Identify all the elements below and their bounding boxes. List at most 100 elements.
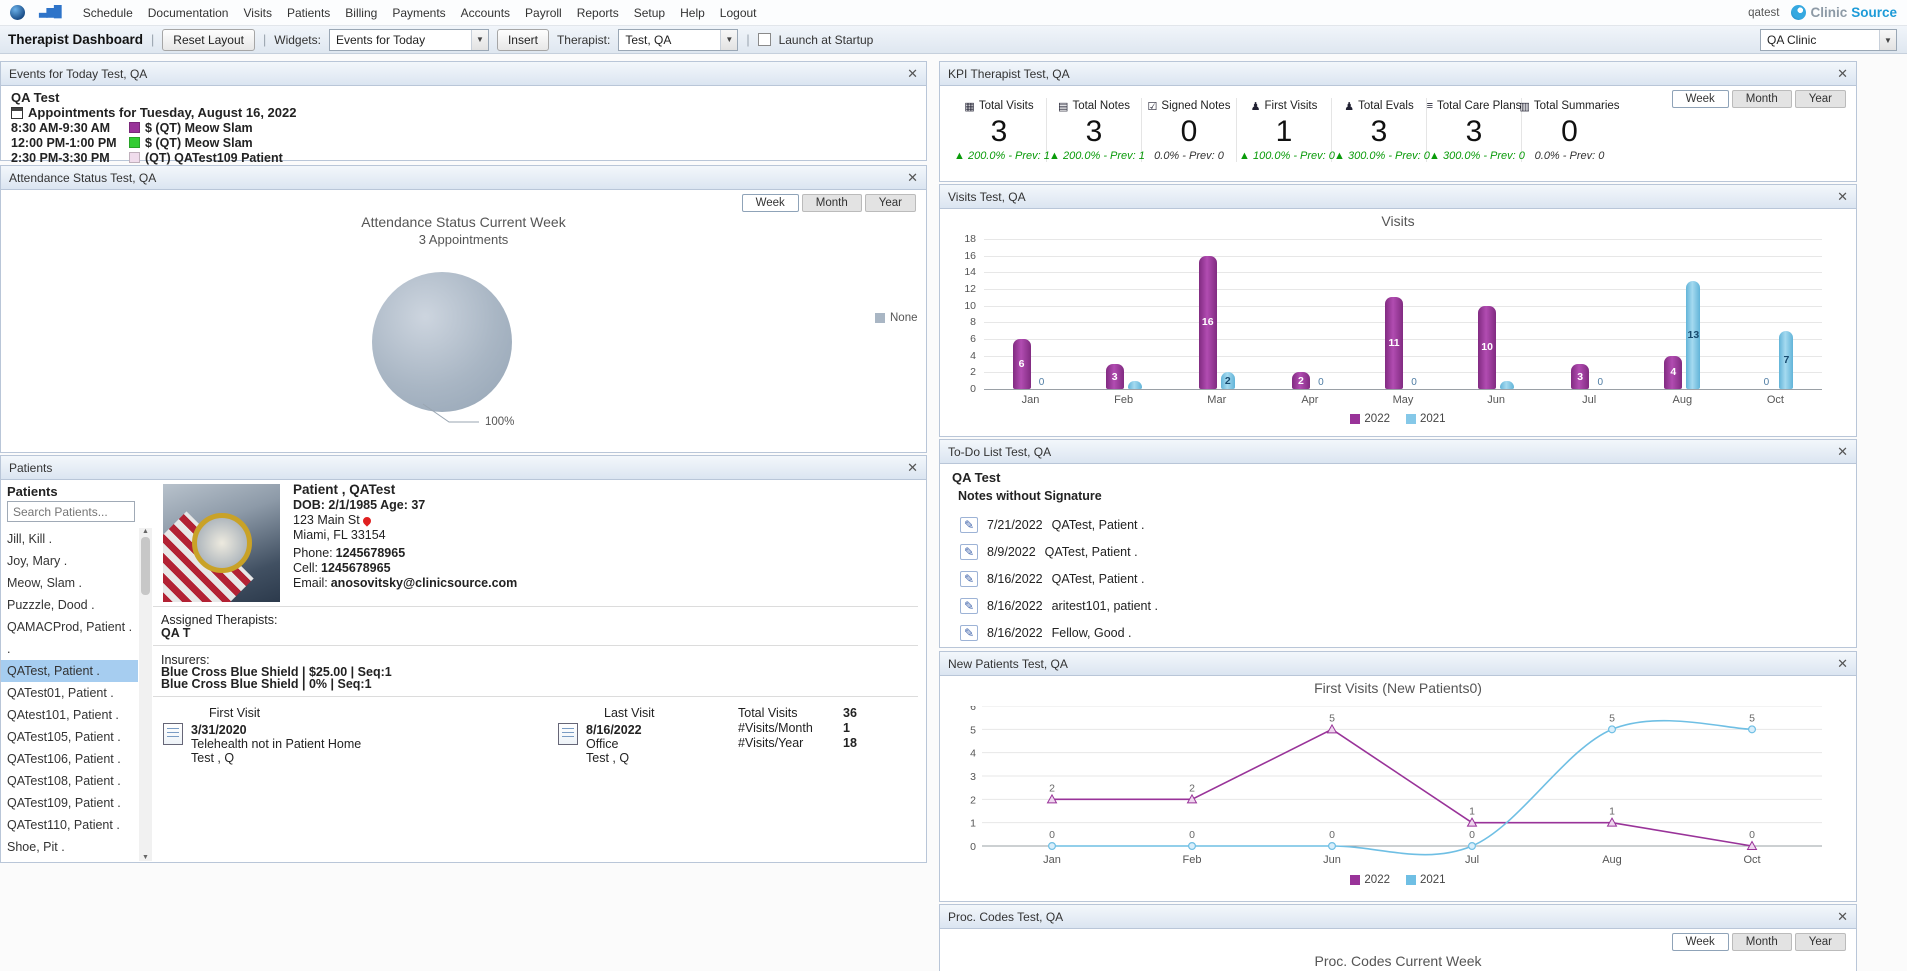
bar-chart-plot: 60316220110103041307 [984,239,1822,389]
edit-note-icon[interactable]: ✎ [960,517,978,533]
app-logo-icon[interactable] [10,5,25,20]
svg-text:0: 0 [1189,829,1195,841]
location-pin-icon[interactable] [361,515,372,526]
series-line-2021 [1052,721,1752,855]
panel-title: To-Do List Test, QA [948,445,1051,459]
visit-note-icon [558,723,578,745]
patient-list-item[interactable]: QAMACProd, Patient . [1,616,138,638]
close-icon[interactable]: ✕ [907,171,918,184]
nav-item-payroll[interactable]: Payroll [525,6,562,20]
panel-title: Events for Today Test, QA [9,67,147,81]
kpi-tab-year[interactable]: Year [1795,90,1846,108]
chevron-down-icon[interactable]: ▼ [1879,30,1896,50]
attendance-tab-year[interactable]: Year [865,194,916,212]
close-icon[interactable]: ✕ [1837,445,1848,458]
scrollbar-thumb[interactable] [141,537,150,595]
patient-list-item[interactable]: QAtest101, Patient . [1,704,138,726]
todo-patient: Fellow, Good . [1052,626,1132,640]
attendance-status-panel: Attendance Status Test, QA ✕ WeekMonthYe… [0,165,927,453]
launch-at-startup-checkbox[interactable] [758,33,771,46]
patient-list-item[interactable]: Stroop, Pal [1,858,138,862]
kpi-tab-week[interactable]: Week [1672,90,1729,108]
patient-list-item[interactable]: QATest01, Patient . [1,682,138,704]
patients-list-scrollbar[interactable]: ▲ ▼ [139,528,152,861]
attendance-tab-week[interactable]: Week [742,194,799,212]
chevron-down-icon[interactable]: ▼ [720,30,737,50]
close-icon[interactable]: ✕ [907,461,918,474]
patient-list-item[interactable]: Shoe, Pit . [1,836,138,858]
panel-header: Proc. Codes Test, QA ✕ [940,905,1856,929]
appointment-row[interactable]: 12:00 PM-1:00 PM$ (QT) Meow Slam [11,135,916,150]
scroll-down-icon[interactable]: ▼ [142,854,149,861]
close-icon[interactable]: ✕ [1837,657,1848,670]
nav-item-payments[interactable]: Payments [392,6,445,20]
nav-item-help[interactable]: Help [680,6,705,20]
appointment-row[interactable]: 2:30 PM-3:30 PM(QT) QATest109 Patient [11,150,916,165]
bar-value-label: 10 [1478,341,1496,353]
y-axis-tick: 14 [948,266,976,278]
kpi-tab-month[interactable]: Month [1732,90,1792,108]
edit-note-icon[interactable]: ✎ [960,544,978,560]
email-value: anosovitsky@clinicsource.com [331,576,518,591]
zero-value-label: 0 [1312,377,1330,388]
dashboard-chart-icon[interactable]: ▃▆█ [39,7,61,18]
todo-items: ✎7/21/2022QATest, Patient .✎8/9/2022QATe… [952,511,1844,646]
todo-item[interactable]: ✎8/9/2022QATest, Patient . [952,538,1844,565]
nav-item-setup[interactable]: Setup [634,6,665,20]
nav-item-logout[interactable]: Logout [720,6,757,20]
kpi-card-total-care-plans: ≡Total Care Plans3▲ 300.0% - Prev: 0 [1427,98,1522,162]
close-icon[interactable]: ✕ [1837,910,1848,923]
nav-item-visits[interactable]: Visits [243,6,271,20]
proc-tab-week[interactable]: Week [1672,933,1729,951]
patient-list-item[interactable]: Meow, Slam . [1,572,138,594]
todo-patient: QATest, Patient . [1052,518,1145,532]
chevron-down-icon[interactable]: ▼ [471,30,488,50]
insert-button[interactable]: Insert [497,29,549,51]
summaries-icon: ▥ [1519,100,1529,113]
patient-list-item[interactable]: QATest109, Patient . [1,792,138,814]
search-input[interactable] [7,501,135,522]
patient-list-item[interactable]: QATest110, Patient . [1,814,138,836]
nav-item-patients[interactable]: Patients [287,6,330,20]
legend-swatch [1350,875,1360,885]
clinic-select[interactable]: QA Clinic ▼ [1760,29,1897,51]
nav-item-schedule[interactable]: Schedule [83,6,133,20]
todo-item[interactable]: ✎8/16/2022QATest, Patient . [952,565,1844,592]
widgets-select[interactable]: Events for Today ▼ [329,29,489,51]
scroll-up-icon[interactable]: ▲ [142,528,149,535]
patient-list-item[interactable]: QATest, Patient . [1,660,138,682]
patient-list-item[interactable]: . [1,638,138,660]
edit-note-icon[interactable]: ✎ [960,625,978,641]
appointment-row[interactable]: 8:30 AM-9:30 AM$ (QT) Meow Slam [11,120,916,135]
patient-list-item[interactable]: QATest108, Patient . [1,770,138,792]
visit-summary-row: First Visit 3/31/2020 Telehealth not in … [153,706,918,786]
stat-value: 18 [843,736,857,751]
todo-item[interactable]: ✎8/16/2022aritest101, patient . [952,592,1844,619]
nav-item-billing[interactable]: Billing [345,6,377,20]
nav-item-documentation[interactable]: Documentation [148,6,229,20]
kpi-value: 3 [1049,114,1139,150]
close-icon[interactable]: ✕ [907,67,918,80]
close-icon[interactable]: ✕ [1837,190,1848,203]
close-icon[interactable]: ✕ [1837,67,1848,80]
attendance-tab-month[interactable]: Month [802,194,862,212]
reset-layout-button[interactable]: Reset Layout [162,29,255,51]
proc-tab-year[interactable]: Year [1795,933,1846,951]
patient-list-item[interactable]: Jill, Kill . [1,528,138,550]
proc-tab-month[interactable]: Month [1732,933,1792,951]
nav-item-reports[interactable]: Reports [577,6,619,20]
edit-note-icon[interactable]: ✎ [960,571,978,587]
patient-list-item[interactable]: QATest105, Patient . [1,726,138,748]
svg-text:1: 1 [970,818,976,830]
kpi-trend: ▲ 300.0% - Prev: 0 [1429,150,1519,162]
todo-item[interactable]: ✎8/16/2022Fellow, Good . [952,619,1844,646]
edit-note-icon[interactable]: ✎ [960,598,978,614]
todo-item[interactable]: ✎7/21/2022QATest, Patient . [952,511,1844,538]
x-axis-tick: Feb [1077,394,1170,406]
patient-list-item[interactable]: Joy, Mary . [1,550,138,572]
patient-list-item[interactable]: QATest106, Patient . [1,748,138,770]
nav-item-accounts[interactable]: Accounts [461,6,510,20]
patient-list-item[interactable]: Puzzzle, Dood . [1,594,138,616]
x-axis-tick: Jul [1543,394,1636,406]
therapist-select[interactable]: Test, QA ▼ [618,29,738,51]
